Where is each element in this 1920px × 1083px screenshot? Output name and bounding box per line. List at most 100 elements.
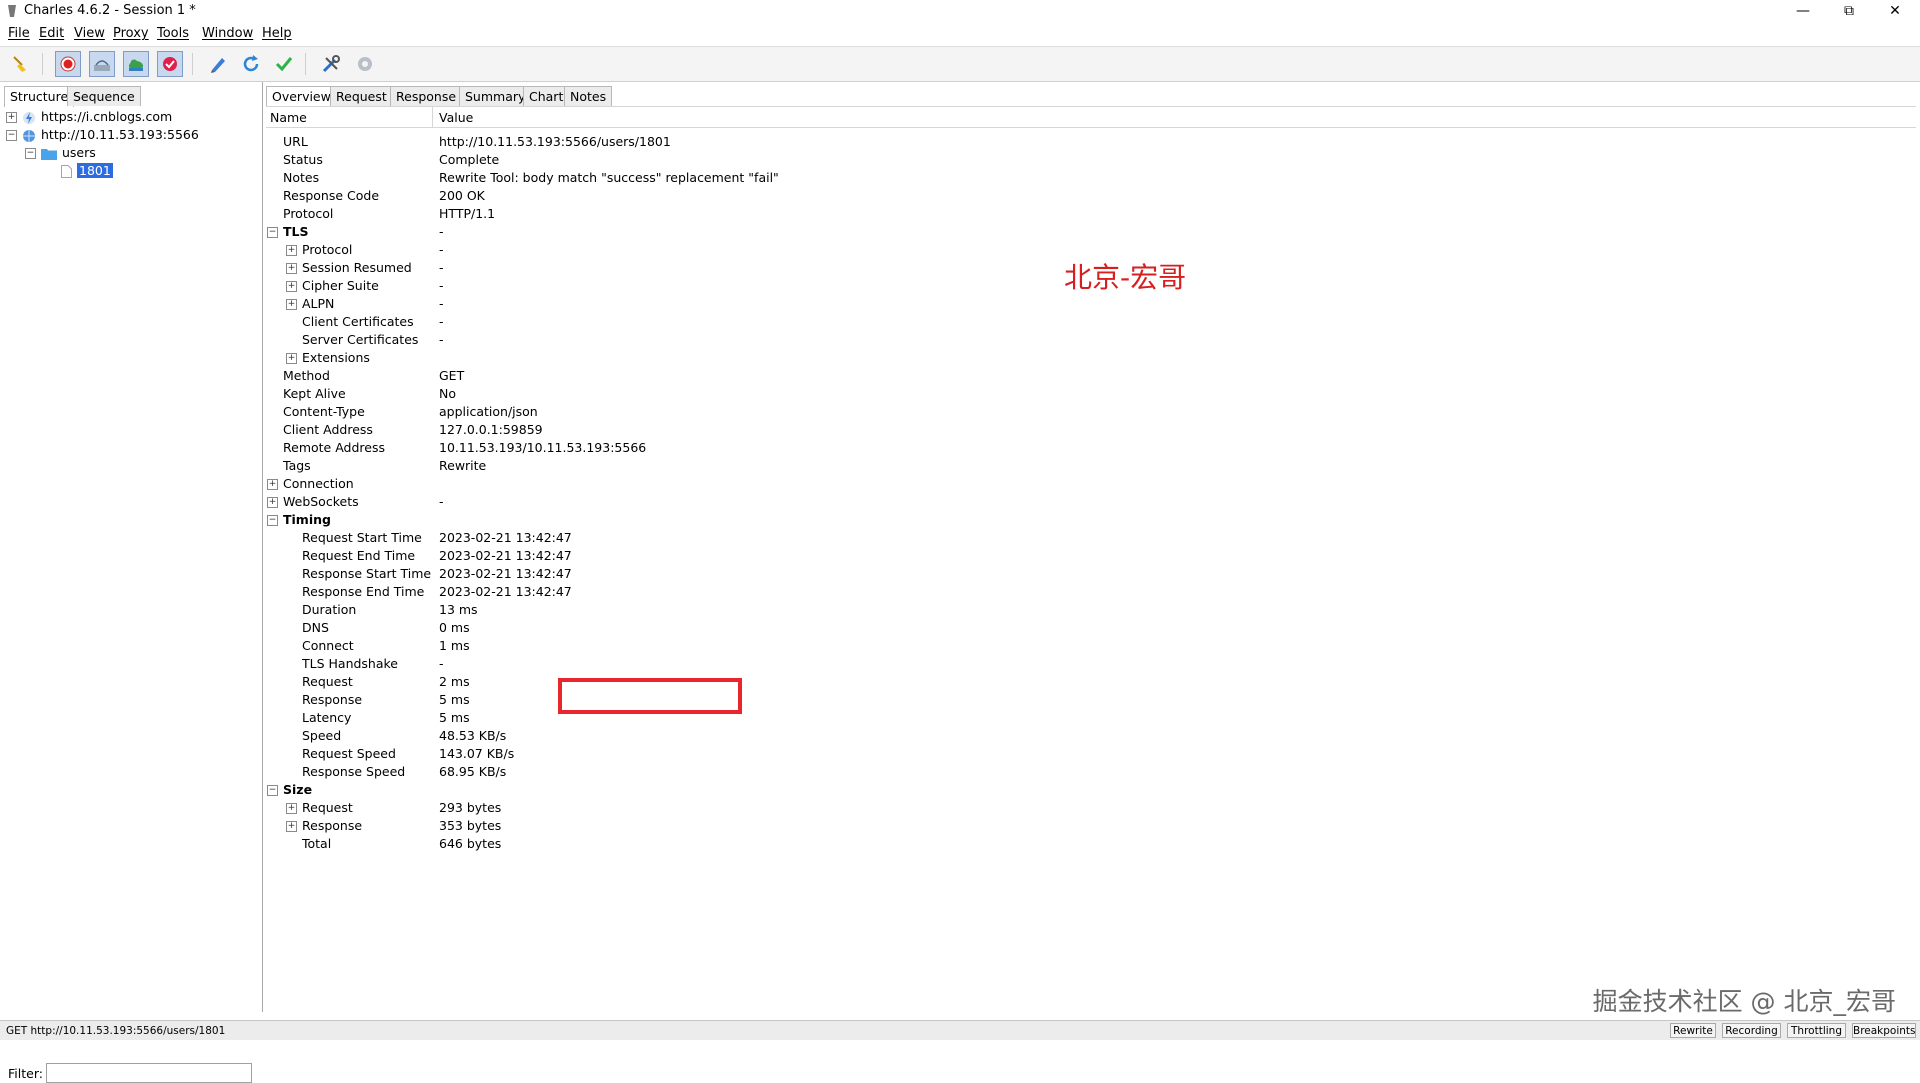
- table-row[interactable]: + Connection: [267, 475, 1908, 493]
- table-row[interactable]: + ALPN -: [268, 295, 1908, 313]
- row-value: 127.0.0.1:59859: [439, 422, 543, 437]
- table-row[interactable]: Request Start Time 2023-02-21 13:42:47: [268, 529, 1908, 547]
- table-row[interactable]: + Request 293 bytes: [268, 799, 1908, 817]
- tree-folder-users[interactable]: − users: [25, 144, 96, 162]
- table-row[interactable]: Request 2 ms: [268, 673, 1908, 691]
- tab-chart[interactable]: Chart: [523, 86, 570, 106]
- restore-button[interactable]: ⧉: [1826, 0, 1872, 22]
- column-value-header[interactable]: Value: [439, 110, 473, 125]
- expand-icon[interactable]: +: [286, 353, 297, 364]
- stop-button[interactable]: [157, 51, 183, 77]
- tab-overview[interactable]: Overview: [266, 86, 337, 107]
- table-row[interactable]: Response Speed 68.95 KB/s: [268, 763, 1908, 781]
- menu-help[interactable]: Help: [262, 26, 292, 41]
- tab-sequence[interactable]: Sequence: [67, 86, 141, 106]
- expand-icon[interactable]: +: [286, 821, 297, 832]
- table-row[interactable]: DNS 0 ms: [268, 619, 1908, 637]
- table-row[interactable]: + Response 353 bytes: [268, 817, 1908, 835]
- minimize-button[interactable]: —: [1780, 0, 1826, 22]
- table-row[interactable]: Remote Address 10.11.53.193/10.11.53.193:…: [268, 439, 1908, 457]
- table-row[interactable]: TLS Handshake -: [268, 655, 1908, 673]
- table-row[interactable]: Duration 13 ms: [268, 601, 1908, 619]
- filter-label: Filter:: [8, 1066, 43, 1081]
- table-row[interactable]: Tags Rewrite: [268, 457, 1908, 475]
- table-row[interactable]: Server Certificates -: [268, 331, 1908, 349]
- expand-icon[interactable]: +: [6, 112, 17, 123]
- row-name: Method: [283, 368, 330, 383]
- expand-icon[interactable]: +: [286, 263, 297, 274]
- throttling-status-button[interactable]: Throttling: [1787, 1023, 1846, 1038]
- expand-icon[interactable]: +: [286, 245, 297, 256]
- rewrite-status-button[interactable]: Rewrite: [1670, 1023, 1716, 1038]
- table-row[interactable]: Response Start Time 2023-02-21 13:42:47: [268, 565, 1908, 583]
- close-button[interactable]: ✕: [1872, 0, 1918, 22]
- table-row[interactable]: Content-Type application/json: [268, 403, 1908, 421]
- tab-summary[interactable]: Summary: [459, 86, 532, 106]
- tab-structure[interactable]: Structure: [4, 86, 75, 107]
- broom-clear-button[interactable]: [8, 51, 34, 77]
- expand-icon[interactable]: +: [267, 479, 278, 490]
- recording-status-button[interactable]: Recording: [1722, 1023, 1781, 1038]
- collapse-icon[interactable]: −: [25, 148, 36, 159]
- tree-host-cnblogs[interactable]: + https://i.cnblogs.com: [6, 108, 172, 126]
- record-icon: [60, 56, 76, 72]
- tools-button[interactable]: [318, 51, 344, 77]
- menu-tools[interactable]: Tools: [157, 26, 189, 41]
- table-row[interactable]: Speed 48.53 KB/s: [268, 727, 1908, 745]
- validate-button[interactable]: [271, 51, 297, 77]
- collapse-icon[interactable]: −: [267, 785, 278, 796]
- table-row[interactable]: Request Speed 143.07 KB/s: [268, 745, 1908, 763]
- menu-view[interactable]: View: [74, 26, 105, 41]
- menu-file[interactable]: File: [8, 26, 30, 41]
- compose-button[interactable]: [205, 51, 231, 77]
- tab-notes[interactable]: Notes: [564, 86, 613, 106]
- expand-icon[interactable]: +: [286, 803, 297, 814]
- tab-request[interactable]: Request: [330, 86, 393, 106]
- table-row[interactable]: Latency 5 ms: [268, 709, 1908, 727]
- table-row[interactable]: − Size: [267, 781, 1908, 799]
- tree-host-local[interactable]: − http://10.11.53.193:5566: [6, 126, 199, 144]
- table-row[interactable]: Request End Time 2023-02-21 13:42:47: [268, 547, 1908, 565]
- repeat-button[interactable]: [238, 51, 264, 77]
- filter-input[interactable]: [46, 1063, 252, 1083]
- table-row[interactable]: Protocol HTTP/1.1: [268, 205, 1908, 223]
- menu-proxy[interactable]: Proxy: [113, 26, 149, 41]
- table-row[interactable]: Client Address 127.0.0.1:59859: [268, 421, 1908, 439]
- tree-request-1801[interactable]: 1801: [61, 162, 113, 180]
- throttle-button[interactable]: [89, 51, 115, 77]
- table-row[interactable]: Method GET: [268, 367, 1908, 385]
- refresh-icon: [243, 55, 259, 72]
- tab-response[interactable]: Response: [390, 86, 463, 106]
- expand-icon[interactable]: +: [286, 299, 297, 310]
- column-name-header[interactable]: Name: [270, 110, 307, 125]
- collapse-icon[interactable]: −: [267, 227, 278, 238]
- settings-button[interactable]: [352, 51, 378, 77]
- table-row[interactable]: Total 646 bytes: [268, 835, 1908, 853]
- table-row[interactable]: + Extensions: [268, 349, 1908, 367]
- table-row[interactable]: − Timing: [267, 511, 1908, 529]
- table-row[interactable]: URL http://10.11.53.193:5566/users/1801: [268, 133, 1908, 151]
- breakpoints-cloud-button[interactable]: [123, 51, 149, 77]
- row-value: 2 ms: [439, 674, 470, 689]
- table-row[interactable]: Response Code 200 OK: [268, 187, 1908, 205]
- table-row[interactable]: Response 5 ms: [268, 691, 1908, 709]
- collapse-icon[interactable]: −: [267, 515, 278, 526]
- collapse-icon[interactable]: −: [6, 130, 17, 141]
- expand-icon[interactable]: +: [286, 281, 297, 292]
- menu-edit[interactable]: Edit: [39, 26, 64, 41]
- breakpoints-status-button[interactable]: Breakpoints: [1852, 1023, 1916, 1038]
- table-row[interactable]: + WebSockets -: [267, 493, 1908, 511]
- menu-window[interactable]: Window: [202, 26, 253, 41]
- table-row[interactable]: Notes Rewrite Tool: body match "success" …: [268, 169, 1908, 187]
- table-row[interactable]: − TLS -: [267, 223, 1908, 241]
- expand-icon[interactable]: +: [267, 497, 278, 508]
- table-row[interactable]: Status Complete: [268, 151, 1908, 169]
- record-button[interactable]: [55, 51, 81, 77]
- table-row[interactable]: Client Certificates -: [268, 313, 1908, 331]
- table-row[interactable]: Response End Time 2023-02-21 13:42:47: [268, 583, 1908, 601]
- row-name: Tags: [283, 458, 311, 473]
- table-row[interactable]: Kept Alive No: [268, 385, 1908, 403]
- table-row[interactable]: Connect 1 ms: [268, 637, 1908, 655]
- broom-icon: [13, 56, 26, 72]
- checkmark-icon: [275, 57, 293, 72]
